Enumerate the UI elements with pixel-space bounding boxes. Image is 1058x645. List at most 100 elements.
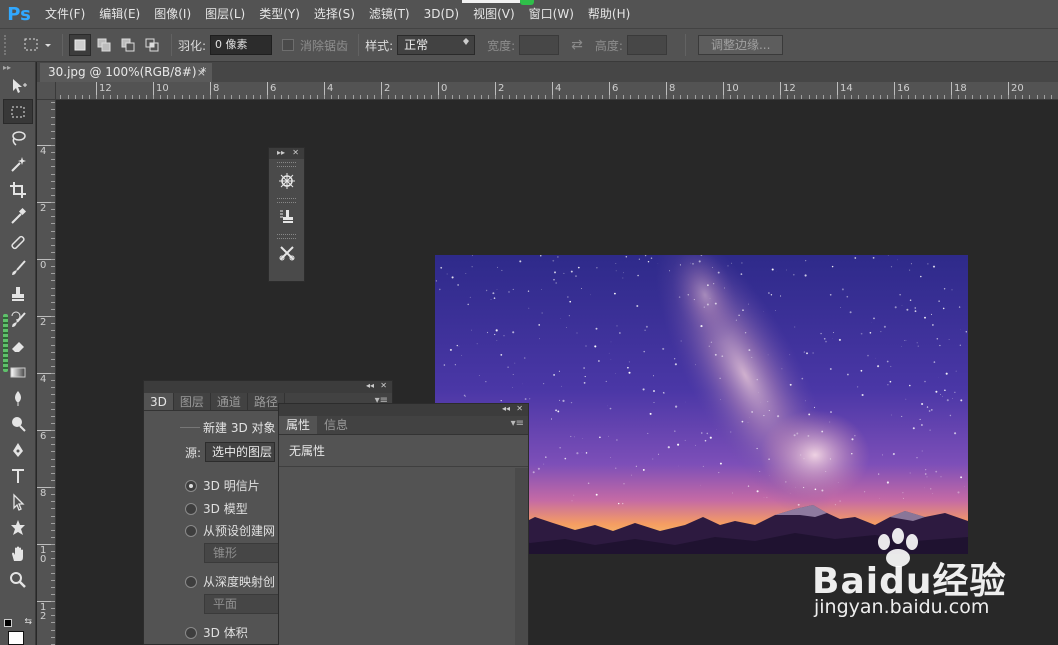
ruler-h-minor-tick xyxy=(260,95,261,99)
option-depth-map[interactable]: 从深度映射创 xyxy=(185,573,275,590)
expand-panel-icon[interactable]: ▸▸ xyxy=(277,148,285,157)
close-panel-icon[interactable]: ✕ xyxy=(380,381,387,390)
ruler-v-minor-tick xyxy=(51,223,55,224)
ruler-v-minor-tick xyxy=(51,337,55,338)
add-selection-button[interactable] xyxy=(93,34,115,56)
antialias-checkbox[interactable] xyxy=(282,39,295,51)
tab-channels[interactable]: 通道 xyxy=(211,393,248,410)
properties-panel-header[interactable]: ◂◂ ✕ xyxy=(279,404,528,416)
menu-3d[interactable]: 3D(D) xyxy=(417,0,466,28)
menu-view[interactable]: 视图(V) xyxy=(466,0,522,28)
ruler-v-minor-tick xyxy=(51,309,55,310)
menu-select[interactable]: 选择(S) xyxy=(307,0,362,28)
path-selection-icon[interactable] xyxy=(3,489,33,514)
floating-panel-header[interactable]: ▸▸ ✕ xyxy=(269,148,304,159)
option-3d-model[interactable]: 3D 模型 xyxy=(185,500,248,517)
option-label: 3D 模型 xyxy=(203,502,248,516)
close-panel-icon[interactable]: ✕ xyxy=(292,148,299,157)
document-tab[interactable]: 30.jpg @ 100%(RGB/8#) * × xyxy=(40,63,212,82)
width-input[interactable] xyxy=(519,35,560,55)
rectangular-marquee-icon[interactable] xyxy=(3,99,33,124)
custom-shape-icon[interactable] xyxy=(3,515,33,540)
menu-edit[interactable]: 编辑(E) xyxy=(92,0,147,28)
radio-3d-volume[interactable] xyxy=(185,626,197,639)
ruler-h-minor-tick xyxy=(210,95,211,99)
swap-dimensions-icon[interactable]: ⇄ xyxy=(571,37,583,53)
blur-tool-icon[interactable] xyxy=(3,385,33,410)
ruler-v-minor-tick xyxy=(51,480,55,481)
ruler-h-minor-tick xyxy=(552,95,553,99)
ruler-h-minor-tick xyxy=(139,95,140,99)
radio-depth-map[interactable] xyxy=(185,575,197,588)
menu-help[interactable]: 帮助(H) xyxy=(581,0,637,28)
properties-scrollbar[interactable] xyxy=(515,468,528,645)
close-document-icon[interactable]: × xyxy=(197,63,206,82)
radio-preset-mesh[interactable] xyxy=(185,524,197,537)
ruler-corner[interactable] xyxy=(37,82,56,100)
radio-3d-model[interactable] xyxy=(185,502,197,515)
height-input[interactable] xyxy=(626,35,667,55)
tab-layers[interactable]: 图层 xyxy=(174,393,211,410)
magic-wand-icon[interactable] xyxy=(3,151,33,176)
feather-input[interactable]: 0 像素 xyxy=(210,35,273,55)
zoom-tool-icon[interactable] xyxy=(3,567,33,592)
swap-colors-icon[interactable]: ⇆ xyxy=(24,617,32,627)
options-grip[interactable] xyxy=(4,35,12,55)
default-colors-icon[interactable] xyxy=(4,619,12,627)
menu-type[interactable]: 类型(Y) xyxy=(252,0,307,28)
tab-properties[interactable]: 属性 xyxy=(279,416,318,434)
ruler-h-minor-tick xyxy=(481,95,482,99)
menu-image[interactable]: 图像(I) xyxy=(147,0,198,28)
collapse-panel-icon[interactable]: ◂◂ xyxy=(366,381,374,390)
brush-tool-icon[interactable] xyxy=(3,255,33,280)
menu-layer[interactable]: 图层(L) xyxy=(198,0,252,28)
ruler-h-minor-tick xyxy=(773,95,774,99)
tool-preset-picker[interactable] xyxy=(20,34,56,56)
ruler-v-minor-tick xyxy=(51,273,55,274)
move-tool-icon[interactable] xyxy=(3,73,33,98)
option-3d-volume[interactable]: 3D 体积 xyxy=(185,624,248,641)
dodge-tool-icon[interactable] xyxy=(3,411,33,436)
pen-tool-icon[interactable] xyxy=(3,437,33,462)
hand-tool-icon[interactable] xyxy=(3,541,33,566)
tab-3d[interactable]: 3D xyxy=(144,393,174,410)
color-swatches[interactable]: ⇆ xyxy=(4,617,32,645)
ruler-h-minor-tick xyxy=(381,95,382,99)
ruler-h-minor-tick xyxy=(737,95,738,99)
lasso-tool-icon[interactable] xyxy=(3,125,33,150)
option-preset-mesh[interactable]: 从预设创建网 xyxy=(185,522,275,539)
subtract-selection-button[interactable] xyxy=(117,34,139,56)
option-3d-postcard[interactable]: 3D 明信片 xyxy=(185,477,260,494)
radio-3d-postcard[interactable] xyxy=(185,479,197,492)
healing-brush-icon[interactable] xyxy=(3,229,33,254)
new-selection-icon xyxy=(74,39,86,51)
ruler-h-label: 6 xyxy=(270,83,277,94)
foreground-color[interactable] xyxy=(8,631,24,645)
vertical-ruler[interactable]: 4 2 0 2 4 6 8 1 0 1 2 xyxy=(37,100,56,645)
tab-info[interactable]: 信息 xyxy=(317,416,355,434)
collapse-panel-icon[interactable]: ◂◂ xyxy=(502,404,510,413)
eyedropper-icon[interactable] xyxy=(3,203,33,228)
clone-stamp-icon[interactable] xyxy=(3,281,33,306)
ruler-h-minor-tick xyxy=(801,95,802,99)
3d-panel-header[interactable]: ◂◂ ✕ xyxy=(144,381,392,393)
type-tool-icon[interactable] xyxy=(3,463,33,488)
style-select[interactable]: 正常 xyxy=(397,35,476,55)
panel-menu-icon[interactable]: ▾≡ xyxy=(511,418,524,429)
refine-edge-button[interactable]: 调整边缘... xyxy=(697,35,784,55)
intersect-selection-button[interactable] xyxy=(141,34,163,56)
horizontal-ruler[interactable]: 12 10 8 6 4 2 0 2 4 6 8 10 12 14 16 18 20 xyxy=(56,82,1058,100)
navigator-icon[interactable] xyxy=(269,167,304,195)
close-panel-icon[interactable]: ✕ xyxy=(516,404,523,413)
menu-filter[interactable]: 滤镜(T) xyxy=(362,0,417,28)
crop-tool-icon[interactable] xyxy=(3,177,33,202)
ruler-h-minor-tick xyxy=(915,95,916,99)
tool-presets-icon[interactable] xyxy=(269,239,304,267)
new-selection-button[interactable] xyxy=(69,34,91,56)
toolbox-collapse-icon[interactable]: ▸▸ xyxy=(0,62,35,72)
source-select[interactable]: 选中的图层 xyxy=(205,442,276,462)
menu-file[interactable]: 文件(F) xyxy=(38,0,92,28)
ruler-v-minor-tick xyxy=(51,380,55,381)
ruler-h-minor-tick xyxy=(246,95,247,99)
clone-source-icon[interactable] xyxy=(269,203,304,231)
